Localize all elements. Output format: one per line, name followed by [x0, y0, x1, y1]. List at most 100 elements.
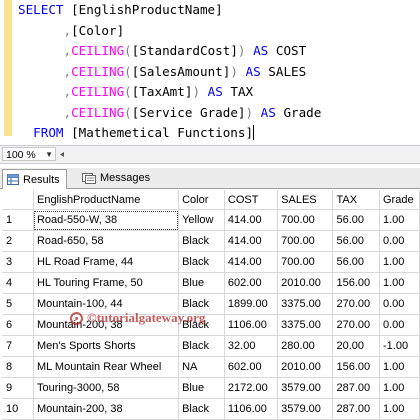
- results-grid[interactable]: EnglishProductName Color COST SALES TAX …: [2, 190, 420, 420]
- sql-identifier: [StandardCost]: [131, 43, 238, 58]
- cell-tax[interactable]: 56.00: [332, 209, 380, 231]
- cell-sales[interactable]: 280.00: [277, 335, 334, 357]
- code-line[interactable]: ,CEILING([SalesAmount]) AS SALES: [18, 62, 321, 83]
- sql-code[interactable]: SELECT [EnglishProductName] ,[Color] ,CE…: [18, 0, 321, 144]
- change-tracking-gutter: [4, 0, 12, 136]
- cell-tax[interactable]: 287.00: [332, 398, 380, 420]
- row-number[interactable]: 6: [2, 314, 34, 336]
- cell-cost[interactable]: 1106.00: [224, 398, 279, 420]
- cell-cost[interactable]: 602.00: [224, 272, 279, 294]
- row-number[interactable]: 7: [2, 335, 34, 357]
- cell-cost[interactable]: 414.00: [224, 251, 279, 273]
- cell-englishproductname[interactable]: Touring-3000, 58: [33, 377, 180, 399]
- cell-tax[interactable]: 56.00: [332, 230, 380, 252]
- cell-cost[interactable]: 1899.00: [224, 293, 279, 315]
- cell-cost[interactable]: 414.00: [224, 230, 279, 252]
- cell-sales[interactable]: 2010.00: [277, 356, 334, 378]
- column-header-grade[interactable]: Grade: [379, 190, 420, 210]
- row-number-header[interactable]: [2, 190, 34, 210]
- table-row[interactable]: 9 Touring-3000, 58 Blue 2172.00 3579.00 287.0…: [2, 377, 420, 399]
- table-row[interactable]: 5 Mountain-100, 44 Black 1899.00 3375.00 270.…: [2, 293, 420, 315]
- cell-sales[interactable]: 700.00: [277, 209, 334, 231]
- cell-englishproductname[interactable]: Mountain-200, 38: [33, 398, 180, 420]
- cell-cost[interactable]: 414.00: [224, 209, 279, 231]
- cell-color[interactable]: Blue: [178, 377, 225, 399]
- row-number[interactable]: 1: [2, 209, 34, 231]
- cell-sales[interactable]: 3579.00: [277, 398, 334, 420]
- cell-grade[interactable]: 1.00: [379, 356, 420, 378]
- zoom-select[interactable]: 100 % ▼: [2, 147, 56, 161]
- code-line[interactable]: FROM [Mathemetical Functions]: [18, 123, 321, 144]
- table-row[interactable]: 4 HL Touring Frame, 50 Blue 602.00 2010.00 15…: [2, 272, 420, 294]
- cell-color[interactable]: Black: [178, 230, 225, 252]
- cell-sales[interactable]: 3375.00: [277, 293, 334, 315]
- cell-grade[interactable]: -1.00: [379, 335, 420, 357]
- row-number[interactable]: 4: [2, 272, 34, 294]
- cell-sales[interactable]: 3375.00: [277, 314, 334, 336]
- scroll-left-icon[interactable]: [60, 152, 68, 157]
- cell-sales[interactable]: 3579.00: [277, 377, 334, 399]
- row-number[interactable]: 10: [2, 398, 34, 420]
- row-number[interactable]: 3: [2, 251, 34, 273]
- cell-englishproductname[interactable]: HL Road Frame, 44: [33, 251, 180, 273]
- cell-grade[interactable]: 1.00: [379, 209, 420, 231]
- table-row[interactable]: 10 Mountain-200, 38 Black 1106.00 3579.00 287…: [2, 398, 420, 420]
- cell-tax[interactable]: 56.00: [332, 251, 380, 273]
- column-header-englishproductname[interactable]: EnglishProductName: [33, 190, 180, 210]
- cell-grade[interactable]: 1.00: [379, 272, 420, 294]
- table-row[interactable]: 7 Men's Sports Shorts Black 32.00 280.00 20.0…: [2, 335, 420, 357]
- query-editor[interactable]: SELECT [EnglishProductName] ,[Color] ,CE…: [0, 0, 420, 146]
- cell-sales[interactable]: 700.00: [277, 230, 334, 252]
- cell-color[interactable]: NA: [178, 356, 225, 378]
- table-row[interactable]: 6 Mountain-200, 38 Black 1106.00 3375.00 270.…: [2, 314, 420, 336]
- cell-grade[interactable]: 0.00: [379, 314, 420, 336]
- cell-englishproductname[interactable]: HL Touring Frame, 50: [33, 272, 180, 294]
- code-line[interactable]: ,[Color]: [18, 21, 321, 42]
- column-header-cost[interactable]: COST: [224, 190, 279, 210]
- cell-cost[interactable]: 32.00: [224, 335, 279, 357]
- code-line[interactable]: ,CEILING([TaxAmt]) AS TAX: [18, 82, 321, 103]
- cell-tax[interactable]: 20.00: [332, 335, 380, 357]
- tab-results[interactable]: Results: [2, 169, 67, 189]
- row-number[interactable]: 9: [2, 377, 34, 399]
- sql-identifier: [SalesAmount]: [131, 63, 231, 79]
- cell-englishproductname[interactable]: Men's Sports Shorts: [33, 335, 180, 357]
- table-row[interactable]: 3 HL Road Frame, 44 Black 414.00 700.00 56.00…: [2, 251, 420, 273]
- code-line[interactable]: ,CEILING([Service Grade]) AS Grade: [18, 103, 322, 124]
- cell-cost[interactable]: 1106.00: [224, 314, 279, 336]
- table-row[interactable]: 1 Road-550-W, 38 Yellow 414.00 700.00 56.00 1.…: [2, 209, 420, 231]
- cell-sales[interactable]: 2010.00: [277, 272, 334, 294]
- tab-messages[interactable]: Messages: [78, 169, 156, 187]
- cell-grade[interactable]: 1.00: [379, 398, 420, 420]
- row-number[interactable]: 2: [2, 230, 34, 252]
- table-row[interactable]: 2 Road-650, 58 Black 414.00 700.00 56.00 0.00: [2, 230, 420, 252]
- cell-grade[interactable]: 0.00: [379, 293, 420, 315]
- cell-cost[interactable]: 2172.00: [224, 377, 279, 399]
- cell-color[interactable]: Yellow: [178, 209, 225, 231]
- column-header-color[interactable]: Color: [178, 190, 225, 210]
- cell-cost[interactable]: 602.00: [224, 356, 279, 378]
- column-header-tax[interactable]: TAX: [332, 190, 380, 210]
- cell-color[interactable]: Black: [178, 398, 225, 420]
- cell-englishproductname[interactable]: Road-650, 58: [33, 230, 180, 252]
- code-line[interactable]: ,CEILING([StandardCost]) AS COST: [18, 41, 321, 62]
- cell-color[interactable]: Black: [178, 251, 225, 273]
- cell-color[interactable]: Blue: [178, 272, 225, 294]
- cell-grade[interactable]: 1.00: [379, 377, 420, 399]
- table-row[interactable]: 8 ML Mountain Rear Wheel NA 602.00 2010.00 15…: [2, 356, 420, 378]
- cell-tax[interactable]: 156.00: [332, 356, 380, 378]
- row-number[interactable]: 8: [2, 356, 34, 378]
- code-line[interactable]: SELECT [EnglishProductName]: [18, 0, 321, 21]
- cell-grade[interactable]: 1.00: [379, 251, 420, 273]
- cell-color[interactable]: Black: [178, 335, 225, 357]
- cell-tax[interactable]: 270.00: [332, 293, 380, 315]
- column-header-sales[interactable]: SALES: [277, 190, 334, 210]
- cell-grade[interactable]: 0.00: [379, 230, 420, 252]
- row-number[interactable]: 5: [2, 293, 34, 315]
- cell-tax[interactable]: 287.00: [332, 377, 380, 399]
- cell-englishproductname[interactable]: Road-550-W, 38: [33, 209, 180, 231]
- cell-tax[interactable]: 270.00: [332, 314, 380, 336]
- cell-englishproductname[interactable]: ML Mountain Rear Wheel: [33, 356, 180, 378]
- cell-tax[interactable]: 156.00: [332, 272, 380, 294]
- cell-sales[interactable]: 700.00: [277, 251, 334, 273]
